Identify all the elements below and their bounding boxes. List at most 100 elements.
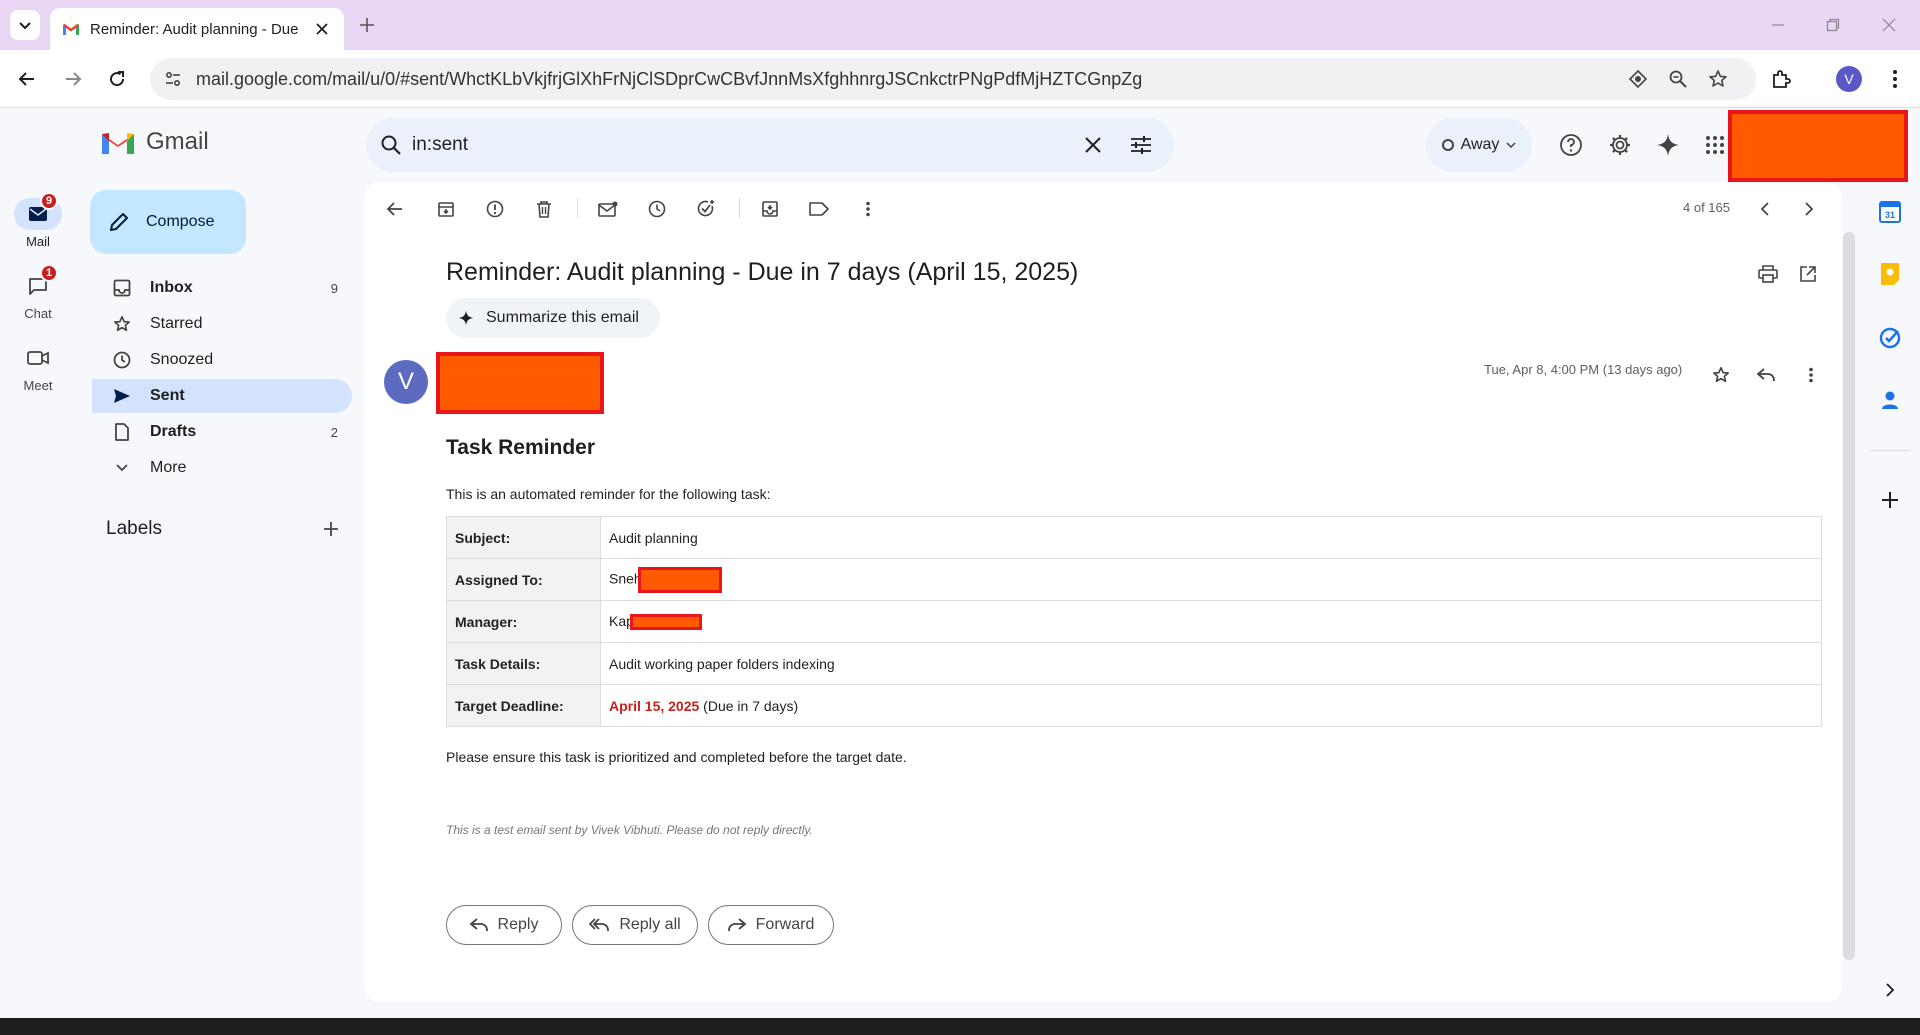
chevron-down-icon: [1506, 142, 1516, 148]
table-row: Manager: Kap: [446, 600, 1822, 643]
forward-icon[interactable]: [58, 64, 88, 94]
url-text[interactable]: mail.google.com/mail/u/0/#sent/WhctKLbVk…: [196, 69, 1142, 90]
toolbar-divider: [739, 198, 740, 218]
browser-profile-avatar[interactable]: V: [1836, 66, 1862, 92]
add-label-icon[interactable]: [318, 516, 344, 542]
sender-avatar[interactable]: V: [384, 360, 428, 404]
mail-badge: 9: [40, 192, 58, 210]
summarize-label: Summarize this email: [486, 309, 639, 326]
help-icon[interactable]: [1556, 130, 1586, 160]
compose-label: Compose: [146, 213, 215, 230]
close-tab-icon[interactable]: [312, 19, 332, 39]
back-icon[interactable]: [12, 64, 42, 94]
app-rail: 9 Mail 1 Chat Meet: [0, 108, 76, 1018]
rail-mail[interactable]: 9 Mail: [0, 192, 76, 249]
search-input[interactable]: [412, 132, 1012, 158]
lens-icon[interactable]: [1626, 67, 1650, 91]
bookmark-star-icon[interactable]: [1706, 67, 1730, 91]
rail-chat-label: Chat: [24, 306, 52, 321]
nav-item-snoozed[interactable]: Snoozed: [92, 343, 352, 377]
pagination-text: 4 of 165: [1683, 200, 1730, 215]
reply-icon[interactable]: [1751, 360, 1781, 390]
search-icon[interactable]: [376, 130, 406, 160]
summarize-email-button[interactable]: Summarize this email: [446, 298, 660, 338]
apps-grid-icon[interactable]: [1700, 130, 1730, 160]
nav-item-inbox[interactable]: Inbox 9: [92, 271, 352, 305]
rail-meet[interactable]: Meet: [0, 342, 76, 393]
add-to-tasks-icon[interactable]: [691, 194, 721, 224]
browser-tab[interactable]: Reminder: Audit planning - Due: [50, 8, 344, 50]
browser-toolbar: mail.google.com/mail/u/0/#sent/WhctKLbVk…: [0, 50, 1920, 108]
open-in-new-window-icon[interactable]: [1794, 260, 1822, 288]
nav-label: Snoozed: [150, 351, 214, 368]
gmail-logo[interactable]: Gmail: [100, 128, 209, 156]
address-bar[interactable]: mail.google.com/mail/u/0/#sent/WhctKLbVk…: [150, 58, 1756, 100]
restore-window-icon[interactable]: [1822, 14, 1844, 36]
table-value: April 15, 2025 (Due in 7 days): [600, 684, 1822, 727]
nav-item-more[interactable]: More: [92, 451, 352, 485]
table-key: Subject:: [446, 516, 601, 559]
nav-item-starred[interactable]: Starred: [92, 307, 352, 341]
compose-button[interactable]: Compose: [90, 190, 246, 254]
status-selector[interactable]: Away: [1426, 118, 1532, 172]
reply-all-button[interactable]: Reply all: [572, 905, 698, 945]
browser-tab-bar: Reminder: Audit planning - Due: [0, 0, 1920, 50]
chevron-down-icon: [19, 22, 31, 30]
print-icon[interactable]: [1754, 260, 1782, 288]
contacts-icon[interactable]: [1876, 386, 1904, 414]
email-date: Tue, Apr 8, 4:00 PM (13 days ago): [1484, 362, 1683, 377]
delete-icon[interactable]: [529, 194, 559, 224]
mark-unread-icon[interactable]: [593, 194, 623, 224]
nav-label: More: [150, 459, 187, 476]
more-options-icon[interactable]: [853, 194, 883, 224]
tasks-icon[interactable]: [1876, 324, 1904, 352]
report-spam-icon[interactable]: [480, 194, 510, 224]
message-more-icon[interactable]: [1796, 360, 1826, 390]
new-tab-button[interactable]: [354, 12, 380, 38]
close-window-icon[interactable]: [1878, 14, 1900, 36]
gmail-logo-icon: [102, 132, 134, 154]
browser-menu-icon[interactable]: [1880, 64, 1910, 94]
email-scrollbar[interactable]: [1843, 232, 1855, 960]
search-options-icon[interactable]: [1126, 130, 1156, 160]
gemini-sparkle-icon[interactable]: [1653, 130, 1683, 160]
snooze-icon[interactable]: [642, 194, 672, 224]
older-email-icon[interactable]: [1794, 194, 1824, 224]
reload-icon[interactable]: [102, 64, 132, 94]
label-icon[interactable]: [804, 194, 834, 224]
extensions-icon[interactable]: [1766, 64, 1796, 94]
email-body: Task Reminder This is an automated remin…: [446, 436, 1822, 837]
get-addons-plus-icon[interactable]: [1876, 486, 1904, 514]
table-value: Sneh: [600, 558, 1822, 601]
minimize-window-icon[interactable]: [1767, 14, 1789, 36]
expand-side-panel-icon[interactable]: [1876, 976, 1904, 1004]
back-to-sent-icon[interactable]: [380, 194, 410, 224]
table-row: Subject: Audit planning: [446, 516, 1822, 559]
archive-icon[interactable]: [431, 194, 461, 224]
inbox-icon: [110, 276, 134, 300]
reply-button[interactable]: Reply: [446, 905, 562, 945]
keep-icon[interactable]: [1876, 260, 1904, 288]
forward-button[interactable]: Forward: [708, 905, 834, 945]
search-bar: [366, 118, 1174, 172]
reply-all-label: Reply all: [619, 916, 681, 933]
nav-item-sent[interactable]: Sent: [92, 379, 352, 413]
site-info-icon[interactable]: [160, 66, 186, 92]
labels-heading: Labels: [106, 518, 162, 539]
table-key: Task Details:: [446, 642, 601, 685]
newer-email-icon[interactable]: [1750, 194, 1780, 224]
calendar-icon[interactable]: 31: [1876, 198, 1904, 226]
nav-item-drafts[interactable]: Drafts 2: [92, 415, 352, 449]
zoom-icon[interactable]: [1666, 67, 1690, 91]
send-icon: [110, 384, 134, 408]
table-key: Assigned To:: [446, 558, 601, 601]
star-icon[interactable]: [1706, 360, 1736, 390]
move-to-icon[interactable]: [755, 194, 785, 224]
deadline-date: April 15, 2025: [609, 697, 700, 714]
tab-search-button[interactable]: [10, 10, 40, 40]
clear-search-icon[interactable]: [1078, 130, 1108, 160]
task-heading: Task Reminder: [446, 436, 595, 459]
gear-icon[interactable]: [1605, 130, 1635, 160]
rail-chat[interactable]: 1 Chat: [0, 264, 76, 321]
clock-icon: [110, 348, 134, 372]
